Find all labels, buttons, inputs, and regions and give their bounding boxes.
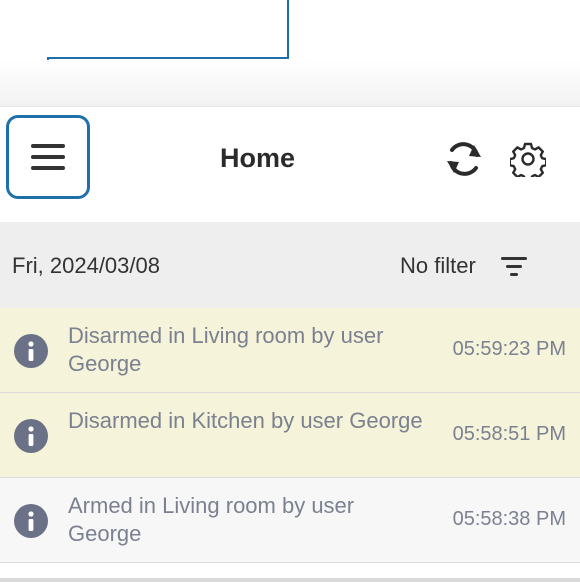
page-title: Home	[219, 143, 295, 173]
event-description: Disarmed in Living room by user George	[68, 323, 384, 376]
info-icon	[14, 334, 48, 368]
event-row[interactable]: Disarmed in Living room by user George 0…	[0, 308, 580, 393]
info-icon	[14, 419, 48, 453]
callout-line	[287, 0, 289, 58]
event-description: Disarmed in Kitchen by user George	[68, 408, 423, 433]
app-screen: Home Fri, 2024/03/08 No filter Disarmed …	[0, 0, 580, 582]
gear-icon	[510, 142, 546, 177]
refresh-button[interactable]	[442, 137, 486, 181]
date-filter-bar: Fri, 2024/03/08 No filter	[0, 222, 580, 308]
event-row[interactable]: Armed in Living room by user George 05:5…	[0, 478, 580, 563]
divider	[0, 578, 580, 582]
menu-button[interactable]	[6, 115, 90, 199]
event-description: Armed in Living room by user George	[68, 493, 355, 546]
event-time: 05:58:38 PM	[452, 508, 566, 530]
date-label: Fri, 2024/03/08	[12, 253, 160, 278]
status-area	[0, 60, 580, 106]
app-header: Home	[0, 106, 580, 223]
event-time: 05:59:23 PM	[452, 338, 566, 360]
settings-button[interactable]	[506, 137, 550, 181]
callout-line	[47, 57, 289, 59]
refresh-icon	[447, 142, 481, 176]
filter-label: No filter	[400, 253, 476, 278]
hamburger-menu-icon	[31, 144, 65, 170]
event-row[interactable]: Disarmed in Kitchen by user George 05:58…	[0, 393, 580, 478]
event-time: 05:58:51 PM	[452, 423, 566, 445]
filter-icon	[500, 257, 527, 276]
event-list: Disarmed in Living room by user George 0…	[0, 308, 580, 563]
info-icon	[14, 504, 48, 538]
filter-button[interactable]: No filter	[400, 244, 528, 288]
